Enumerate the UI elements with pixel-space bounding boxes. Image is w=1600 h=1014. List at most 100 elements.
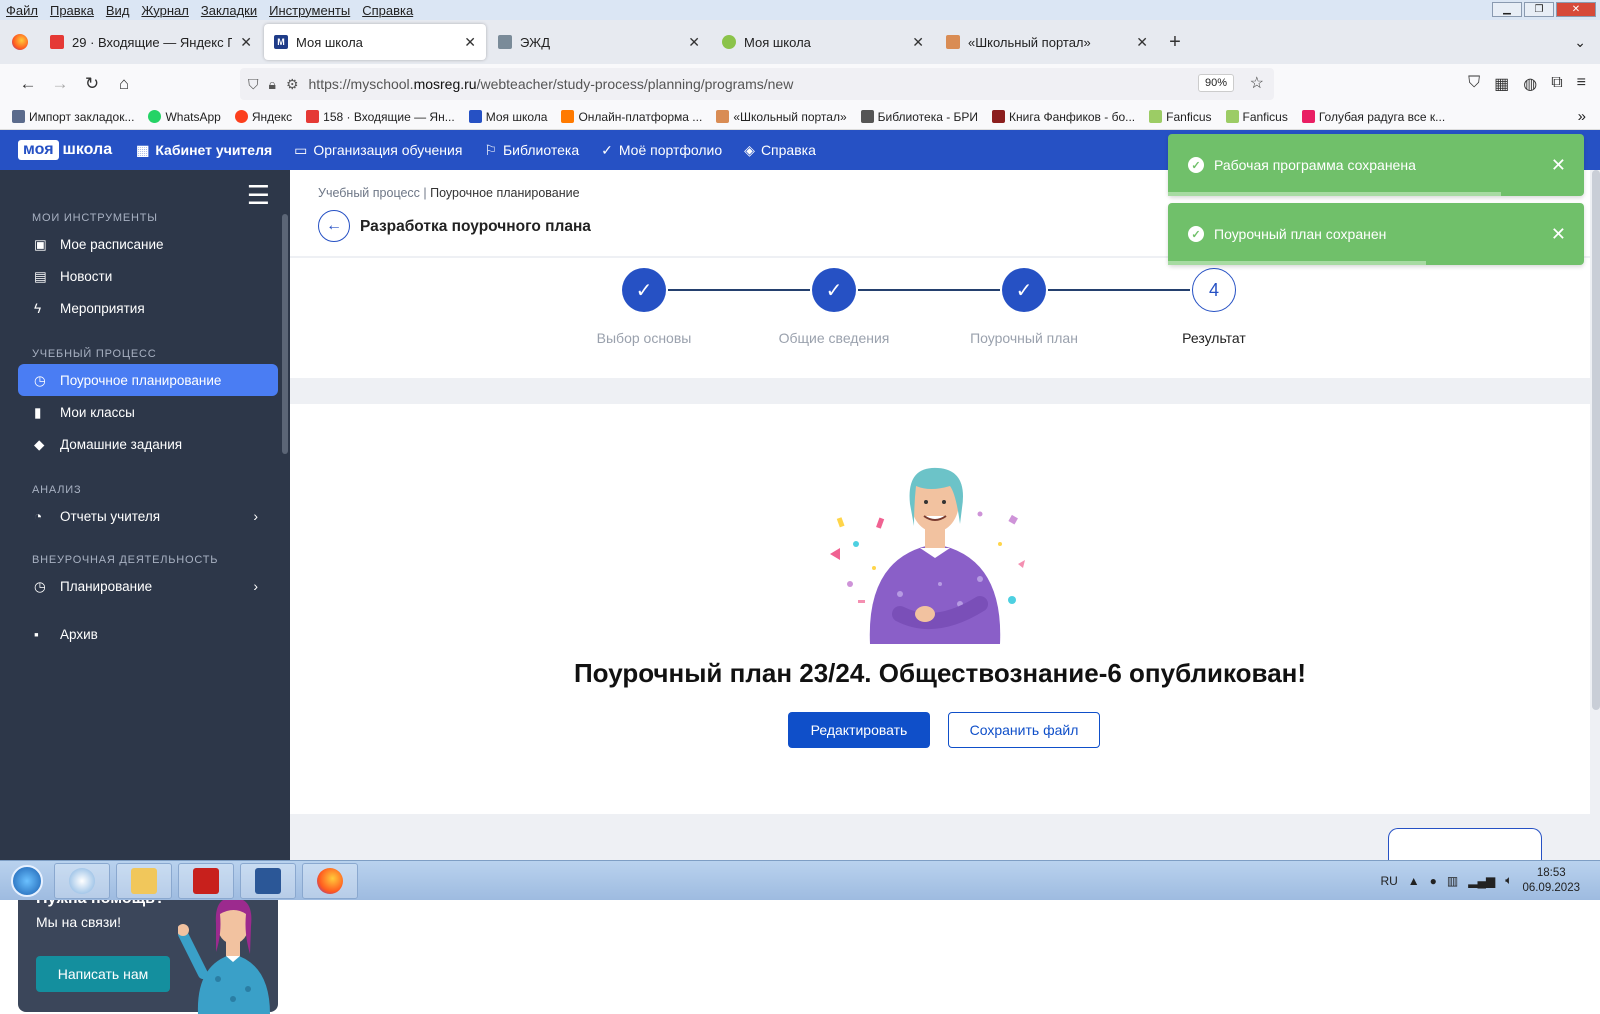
- globe-icon[interactable]: ◍: [1523, 74, 1537, 94]
- tab-my-school-2[interactable]: Моя школа ✕: [712, 24, 934, 60]
- new-tab-icon[interactable]: +: [1160, 31, 1190, 54]
- app-logo[interactable]: моя школа: [18, 140, 112, 160]
- puzzle-icon[interactable]: ⧉: [1551, 74, 1562, 94]
- main-scrollbar[interactable]: [1592, 170, 1600, 710]
- nav-library[interactable]: ⚐ Библиотека: [484, 142, 579, 159]
- forward-arrow-icon[interactable]: →: [44, 68, 76, 100]
- star-icon[interactable]: ☆: [1250, 73, 1264, 93]
- step-1: ✓ Выбор основы: [549, 268, 739, 346]
- taskbar-explorer[interactable]: [116, 862, 172, 899]
- whatsapp-icon: [148, 110, 162, 123]
- bookmark-yandex[interactable]: Яндекс: [234, 110, 292, 124]
- close-tab-icon[interactable]: ✕: [688, 34, 700, 51]
- fanficus-icon: [1149, 110, 1163, 123]
- lock-icon[interactable]: 🔒︎: [269, 76, 276, 93]
- calendar-icon: ▣: [34, 237, 47, 252]
- menu-file[interactable]: Файл: [6, 3, 38, 18]
- sidebar-item-news[interactable]: ▤ Новости: [18, 260, 278, 292]
- tray-clock[interactable]: 18:53 06.09.2023: [1522, 866, 1580, 896]
- back-arrow-icon[interactable]: ←: [318, 210, 350, 242]
- sidebar-item-events[interactable]: ϟ Мероприятия: [18, 292, 278, 324]
- bookmark-school-portal[interactable]: «Школьный портал»: [716, 110, 847, 124]
- save-icon: ▪: [34, 627, 39, 642]
- bookmark-fanfic-book[interactable]: Книга Фанфиков - бо...: [992, 110, 1135, 124]
- bookmark-fanficus-2[interactable]: Fanficus: [1225, 110, 1288, 124]
- nav-portfolio[interactable]: ✓ Моё портфолио: [601, 142, 722, 159]
- reload-icon[interactable]: ↻: [76, 68, 108, 100]
- nav-toolbar: ← → ↻ ⌂ ⛉ 🔒︎ ⚙︎ https://myschool.mosreg.…: [0, 64, 1600, 104]
- bookmark-yandex-mail[interactable]: 158 · Входящие — Ян...: [306, 110, 455, 124]
- volume-icon[interactable]: 🔈︎: [1505, 873, 1512, 888]
- save-file-button[interactable]: Сохранить файл: [948, 712, 1100, 748]
- step-label: Поурочный план: [970, 330, 1078, 346]
- taskbar-acrobat[interactable]: [178, 862, 234, 899]
- close-tab-icon[interactable]: ✕: [464, 34, 476, 51]
- double-chevron-right-icon[interactable]: »: [1578, 108, 1586, 125]
- firefox-icon[interactable]: [0, 34, 40, 50]
- menu-edit[interactable]: Правка: [50, 3, 94, 18]
- maximize-button[interactable]: ❐: [1524, 2, 1554, 17]
- sidebar-item-archive[interactable]: ▪ Архив: [18, 618, 278, 650]
- extension-icon[interactable]: ▦: [1494, 74, 1509, 94]
- zoom-level-badge[interactable]: 90%: [1197, 74, 1234, 92]
- sidebar-item-teacher-reports[interactable]: ◔ Отчеты учителя ›: [18, 500, 278, 532]
- tab-my-school-active[interactable]: M Моя школа ✕: [264, 24, 486, 60]
- collapse-menu-icon[interactable]: ☰: [247, 180, 270, 211]
- address-bar[interactable]: ⛉ 🔒︎ ⚙︎ https://myschool.mosreg.ru/webte…: [240, 68, 1274, 100]
- sidebar-scrollbar[interactable]: [282, 214, 288, 454]
- taskbar-clock-app[interactable]: [54, 862, 110, 899]
- minimize-button[interactable]: ▁: [1492, 2, 1522, 17]
- menu-bookmarks[interactable]: Закладки: [201, 3, 257, 18]
- shield-icon[interactable]: ⛉: [248, 76, 259, 93]
- sidebar-item-my-classes[interactable]: ▮ Мои классы: [18, 396, 278, 428]
- hamburger-menu-icon[interactable]: ≡: [1577, 74, 1586, 94]
- network-icon[interactable]: ▥: [1447, 874, 1458, 888]
- nav-help[interactable]: ◈ Справка: [744, 142, 816, 159]
- bookmark-my-school[interactable]: Моя школа: [468, 110, 547, 124]
- menu-history[interactable]: Журнал: [141, 3, 188, 18]
- nav-organization[interactable]: ▭ Организация обучения: [294, 142, 462, 159]
- back-arrow-icon[interactable]: ←: [12, 68, 44, 100]
- sidebar-item-homework[interactable]: ◆ Домашние задания: [18, 428, 278, 460]
- chevron-right-icon: ›: [253, 508, 258, 524]
- close-icon[interactable]: ✕: [1551, 155, 1566, 176]
- close-window-button[interactable]: ✕: [1556, 2, 1596, 17]
- tab-ezhd[interactable]: ЭЖД ✕: [488, 24, 710, 60]
- close-tab-icon[interactable]: ✕: [240, 34, 252, 51]
- close-tab-icon[interactable]: ✕: [912, 34, 924, 51]
- breadcrumb-study-process[interactable]: Учебный процесс: [318, 186, 420, 200]
- home-icon[interactable]: ⌂: [108, 68, 140, 100]
- tray-app-icon[interactable]: ●: [1430, 874, 1437, 888]
- menu-tools[interactable]: Инструменты: [269, 3, 350, 18]
- taskbar-word[interactable]: [240, 862, 296, 899]
- bookmark-fanficus-1[interactable]: Fanficus: [1149, 110, 1212, 124]
- bookmark-rainbow[interactable]: Голубая радуга все к...: [1301, 110, 1445, 124]
- sidebar-item-schedule[interactable]: ▣ Мое расписание: [18, 228, 278, 260]
- bookmark-import[interactable]: Импорт закладок...: [12, 110, 134, 124]
- sidebar-item-lesson-planning[interactable]: ◷ Поурочное планирование: [18, 364, 278, 396]
- chevron-down-icon[interactable]: ⌄: [1574, 34, 1586, 51]
- tray-expand-icon[interactable]: ▲: [1408, 874, 1420, 888]
- tab-school-portal[interactable]: «Школьный портал» ✕: [936, 24, 1158, 60]
- menu-view[interactable]: Вид: [106, 3, 130, 18]
- bookmark-library[interactable]: Библиотека - БРИ: [860, 110, 978, 124]
- language-indicator[interactable]: RU: [1380, 874, 1397, 888]
- taskbar-firefox[interactable]: [302, 862, 358, 899]
- write-us-button[interactable]: Написать нам: [36, 956, 170, 992]
- pocket-icon[interactable]: ⛉: [1468, 74, 1480, 94]
- bookmark-online-platform[interactable]: Онлайн-платформа ...: [561, 110, 702, 124]
- signal-icon[interactable]: ▂▄▆: [1468, 874, 1495, 888]
- tab-yandex-mail[interactable]: 29 · Входящие — Яндекс Почта ✕: [40, 24, 262, 60]
- sidebar-item-planning[interactable]: ◷ Планирование ›: [18, 570, 278, 602]
- edit-button[interactable]: Редактировать: [788, 712, 930, 748]
- permissions-icon[interactable]: ⚙︎: [286, 76, 299, 93]
- check-icon: ✓: [1002, 268, 1046, 312]
- page-title: Разработка поурочного плана: [360, 218, 591, 235]
- start-button[interactable]: [6, 862, 48, 900]
- menu-help[interactable]: Справка: [362, 3, 413, 18]
- bookmark-label: Онлайн-платформа ...: [578, 109, 703, 124]
- close-tab-icon[interactable]: ✕: [1136, 34, 1148, 51]
- nav-teacher-cabinet[interactable]: ▦ Кабинет учителя: [136, 142, 272, 159]
- close-icon[interactable]: ✕: [1551, 224, 1566, 245]
- bookmark-whatsapp[interactable]: WhatsApp: [148, 110, 221, 124]
